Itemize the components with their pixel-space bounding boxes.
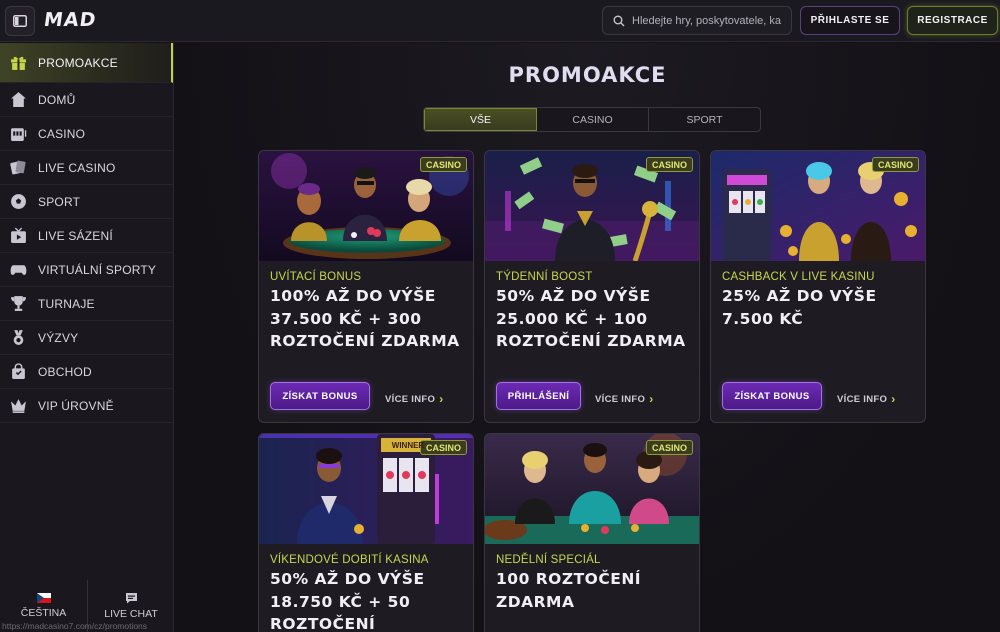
sidebar-item-live-sazeni[interactable]: LIVE SÁZENÍ: [0, 219, 173, 253]
promo-card-sunday-special[interactable]: CASINO NEDĚLNÍ SPECIÁL 100 ROZTOČENÍ ZDA…: [484, 433, 700, 632]
sidebar-item-label: VIP ÚROVNĚ: [38, 398, 114, 413]
chevron-right-icon: ›: [891, 392, 896, 406]
sidebar-item-label: CASINO: [38, 126, 86, 141]
sidebar-item-obchod[interactable]: OBCHOD: [0, 355, 173, 389]
tab-casino[interactable]: CASINO: [537, 108, 649, 131]
search-input[interactable]: [632, 14, 782, 27]
shopping-bag-icon: [9, 363, 27, 381]
promo-image-slot-winner: CASINO WINNER: [259, 434, 473, 544]
medal-icon: [9, 329, 27, 347]
chat-icon: [125, 593, 137, 604]
promo-headline: 50% AŽ DO VÝŠE 25.000 KČ + 100 ROZTOČENÍ…: [496, 287, 686, 350]
promo-image-money-rain: CASINO: [485, 151, 699, 261]
slot-machine-icon: [9, 125, 27, 143]
sidebar-item-label: SPORT: [38, 194, 81, 209]
category-badge: CASINO: [419, 157, 467, 172]
trophy-icon: [9, 295, 27, 313]
search-box[interactable]: [602, 6, 792, 35]
tab-sport[interactable]: SPORT: [649, 108, 760, 131]
app-root: MAD PŘIHLASTE SE REGISTRACE PROMOAKCE DO…: [0, 0, 1000, 632]
get-bonus-button[interactable]: ZÍSKAT BONUS: [722, 382, 822, 410]
soccer-ball-icon: [9, 193, 27, 211]
promo-filter-tabs: VŠE CASINO SPORT: [423, 107, 761, 132]
promo-category: CASHBACK V LIVE KASINU: [722, 271, 875, 283]
sidebar-item-label: VÝZVY: [38, 330, 79, 345]
tv-icon: [9, 227, 27, 245]
more-info-link[interactable]: VÍCE INFO ›: [595, 392, 654, 406]
sidebar-toggle-button[interactable]: [5, 6, 35, 36]
sidebar-item-live-casino[interactable]: LIVE CASINO: [0, 151, 173, 185]
tab-vse[interactable]: VŠE: [424, 108, 537, 131]
status-bar-url: https://madcasino7.com/cz/promotions: [2, 621, 148, 631]
promo-image-poker-table: CASINO: [259, 151, 473, 261]
gamepad-icon: [9, 261, 27, 279]
promo-category: TÝDENNÍ BOOST: [496, 271, 593, 283]
home-icon: [9, 91, 27, 109]
promo-category: VÍKENDOVÉ DOBITÍ KASINA: [270, 554, 429, 566]
category-badge: CASINO: [645, 440, 693, 455]
more-info-label: VÍCE INFO: [385, 393, 436, 405]
sidebar-toggle-icon: [13, 15, 27, 27]
site-logo[interactable]: MAD: [42, 9, 97, 31]
gift-icon: [9, 54, 27, 72]
login-button[interactable]: PŘIHLASTE SE: [800, 6, 900, 35]
sidebar-item-vip-urovne[interactable]: VIP ÚROVNĚ: [0, 389, 173, 423]
promo-card-weekend-reload[interactable]: CASINO WINNER VÍKENDOVÉ DOBITÍ KASINA 50…: [258, 433, 474, 632]
sidebar-item-domu[interactable]: DOMŮ: [0, 83, 173, 117]
get-bonus-button[interactable]: ZÍSKAT BONUS: [270, 382, 370, 410]
sidebar-item-label: DOMŮ: [38, 92, 76, 107]
search-icon: [613, 15, 625, 26]
promo-card-live-cashback[interactable]: CASINO CASHBACK V LIVE KASINU 25% AŽ DO …: [710, 150, 926, 423]
promo-headline: 100 ROZTOČENÍ ZDARMA: [496, 570, 642, 611]
sidebar-item-vyzvy[interactable]: VÝZVY: [0, 321, 173, 355]
more-info-label: VÍCE INFO: [837, 393, 888, 405]
promo-card-welcome-bonus[interactable]: CASINO UVÍTACÍ BONUS 100% AŽ DO VÝŠE 37.…: [258, 150, 474, 423]
language-label: ČEŠTINA: [20, 607, 67, 619]
more-info-label: VÍCE INFO: [595, 393, 646, 405]
more-info-link[interactable]: VÍCE INFO ›: [385, 392, 444, 406]
sidebar-item-promoakce[interactable]: PROMOAKCE: [0, 43, 173, 83]
chevron-right-icon: ›: [439, 392, 444, 406]
category-badge: CASINO: [871, 157, 919, 172]
page-title: PROMOAKCE: [508, 63, 667, 87]
chevron-right-icon: ›: [649, 392, 654, 406]
top-header: MAD PŘIHLASTE SE REGISTRACE: [0, 0, 1000, 42]
main-content: PROMOAKCE VŠE CASINO SPORT CASINO UVÍTAC…: [175, 43, 1000, 632]
login-to-claim-button[interactable]: PŘIHLÁŠENÍ: [496, 382, 581, 410]
promo-image-slot-coins: CASINO: [711, 151, 925, 261]
sidebar-item-label: OBCHOD: [38, 364, 92, 379]
promo-headline: 50% AŽ DO VÝŠE 18.750 KČ + 50 ROZTOČENÍ: [270, 570, 425, 632]
sidebar-item-label: TURNAJE: [38, 296, 95, 311]
promo-category: NEDĚLNÍ SPECIÁL: [496, 554, 601, 566]
sidebar-item-virtualni-sporty[interactable]: VIRTUÁLNÍ SPORTY: [0, 253, 173, 287]
more-info-link[interactable]: VÍCE INFO ›: [837, 392, 896, 406]
crown-icon: [9, 397, 27, 415]
sidebar-item-turnaje[interactable]: TURNAJE: [0, 287, 173, 321]
promo-headline: 100% AŽ DO VÝŠE 37.500 KČ + 300 ROZTOČEN…: [270, 287, 460, 350]
sidebar-item-sport[interactable]: SPORT: [0, 185, 173, 219]
chat-label: LIVE CHAT: [104, 608, 158, 620]
sidebar-item-label: PROMOAKCE: [38, 55, 118, 70]
sidebar: PROMOAKCE DOMŮ CASINO LIVE CASINO SPORT …: [0, 43, 174, 632]
sidebar-item-casino[interactable]: CASINO: [0, 117, 173, 151]
promo-image-roulette-table: CASINO: [485, 434, 699, 544]
sidebar-item-label: VIRTUÁLNÍ SPORTY: [38, 262, 157, 277]
promo-category: UVÍTACÍ BONUS: [270, 271, 362, 283]
sidebar-item-label: LIVE CASINO: [38, 160, 116, 175]
sidebar-item-label: LIVE SÁZENÍ: [38, 228, 113, 243]
czech-flag-icon: [36, 593, 51, 603]
register-button[interactable]: REGISTRACE: [907, 6, 998, 35]
promo-headline: 25% AŽ DO VÝŠE 7.500 KČ: [722, 287, 877, 328]
cards-icon: [9, 159, 27, 177]
promo-card-weekly-boost[interactable]: CASINO TÝDENNÍ BOOST 50% AŽ DO VÝŠE 25.0…: [484, 150, 700, 423]
image-text-winner: WINNER: [391, 441, 425, 450]
category-badge: CASINO: [645, 157, 693, 172]
